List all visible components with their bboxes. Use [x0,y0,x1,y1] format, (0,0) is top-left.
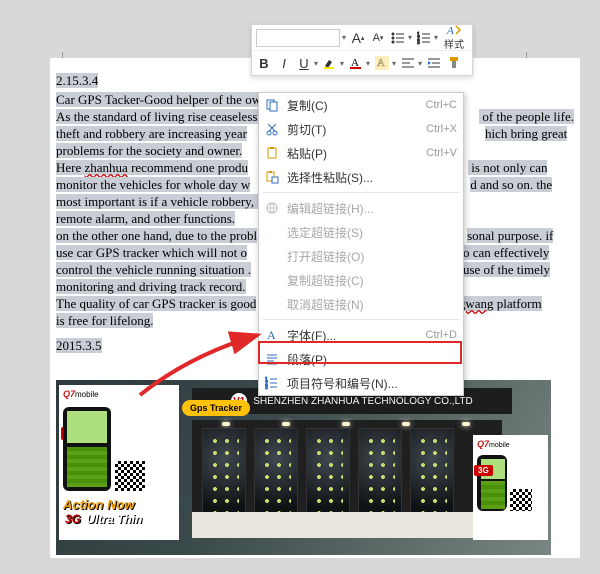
grow-font-button[interactable]: A▴ [350,30,366,46]
list-icon: 123 [263,374,281,392]
menu-cut[interactable]: 剪切(T) Ctrl+X [259,117,463,141]
paste-icon [263,144,281,162]
shrink-font-button[interactable]: A▾ [370,30,386,46]
align-button[interactable] [400,55,416,71]
embedded-image: V1 SHENZHEN ZHANHUA TECHNOLOGY CO.,LTD G… [56,380,551,555]
annotation-highlight [258,341,462,364]
underline-button[interactable]: U [296,55,312,71]
phone-card-left: Q7mobile 3G Action Now 3G Ultra Thin [59,385,179,540]
action-now-text: Action Now [63,497,175,512]
svg-text:3: 3 [265,385,268,390]
scissors-icon [263,120,281,138]
menu-edit-hyperlink: 编辑超链接(H)... [259,196,463,220]
ultra-thin-text: 3G Ultra Thin [63,512,175,526]
menu-remove-hyperlink: 取消超链接(N) [259,292,463,316]
svg-text:A: A [267,328,276,342]
mini-toolbar: ▾ A▴ A▾ ▾ 123▾ A 样式 B I U▾ ▾ A▾ A▾ ▾ [251,24,473,76]
highlight-button[interactable] [322,55,338,71]
phone-icon [477,455,507,511]
font-color-button[interactable]: A [348,55,364,71]
bold-button[interactable]: B [256,55,272,71]
shading-button[interactable]: A [374,55,390,71]
gps-tag: Gps Tracker [182,400,250,416]
banner-text: SHENZHEN ZHANHUA TECHNOLOGY CO.,LTD [253,396,472,407]
text-date2: 2015.3.5 [56,338,102,353]
photo-booth [192,420,502,538]
link-icon [263,199,281,217]
menu-open-hyperlink: 打开超链接(O) [259,244,463,268]
menu-bullets-numbering[interactable]: 123 项目符号和编号(N)... [259,371,463,395]
menu-paste[interactable]: 粘贴(P) Ctrl+V [259,141,463,165]
chevron-down-icon[interactable]: ▾ [342,33,346,42]
qr-code-icon [510,489,532,511]
menu-copy[interactable]: 复制(C) Ctrl+C [259,93,463,117]
phone-icon [63,407,111,491]
text-title: Car GPS Tacker-Good helper of the owner. [56,92,280,107]
styles-button[interactable]: A 样式 [444,24,464,51]
phone-card-right: Q7mobile 3G [473,435,548,540]
svg-text:3: 3 [417,40,420,45]
numbering-button[interactable]: 123 [416,30,432,46]
copy-icon [263,96,281,114]
font-family-select[interactable] [256,29,340,47]
menu-paste-special[interactable]: 选择性粘贴(S)... [259,165,463,189]
badge-3g: 3G [474,465,493,476]
italic-button[interactable]: I [276,55,292,71]
indent-button[interactable] [426,55,442,71]
bullets-button[interactable] [390,30,406,46]
menu-copy-hyperlink: 复制超链接(C) [259,268,463,292]
format-painter-button[interactable] [446,55,462,71]
text-date: 2.15.3.4 [56,73,98,88]
qr-code-icon [115,461,145,491]
paste-special-icon [263,168,281,186]
svg-text:A: A [446,25,454,36]
menu-select-hyperlink: 选定超链接(S) [259,220,463,244]
